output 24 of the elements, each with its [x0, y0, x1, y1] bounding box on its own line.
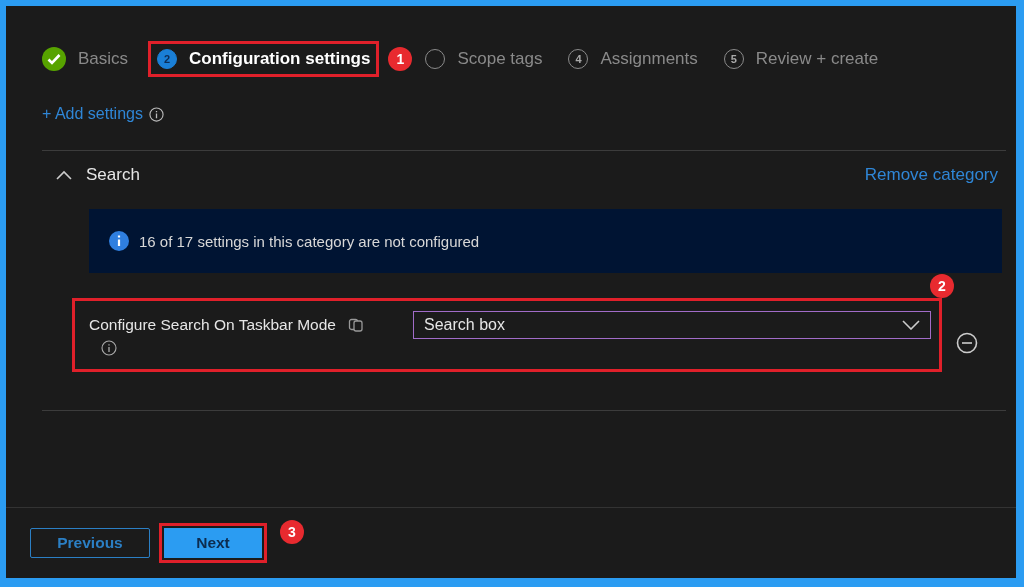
category-title: Search [86, 165, 140, 185]
add-settings-link[interactable]: + Add settings [42, 105, 143, 123]
callout-badge: 3 [280, 520, 304, 544]
copy-icon[interactable] [348, 317, 364, 333]
info-icon[interactable] [148, 106, 164, 122]
next-button[interactable]: Next [164, 528, 262, 558]
callout-badge: 1 [388, 47, 413, 71]
setting-dropdown[interactable]: Search box [413, 311, 931, 339]
check-icon [42, 47, 66, 71]
chevron-down-icon [902, 320, 920, 330]
previous-button[interactable]: Previous [30, 528, 150, 558]
callout-badge: 2 [930, 274, 954, 298]
info-icon[interactable] [101, 340, 117, 356]
wizard-step[interactable]: Scope tags [419, 41, 549, 77]
remove-icon[interactable] [956, 332, 978, 354]
wizard-step[interactable]: 4 Assignments [562, 41, 704, 77]
collapse-caret-icon[interactable] [56, 170, 72, 180]
step-number: 2 [157, 49, 178, 69]
info-message: 16 of 17 settings in this category are not configured [139, 232, 480, 250]
remove-category-link[interactable]: Remove category [864, 165, 998, 185]
wizard-step[interactable]: Basics [42, 41, 135, 77]
setting-label: Configure Search On Taskbar Mode [89, 316, 336, 334]
wizard-step[interactable]: 5 Review + create [717, 41, 885, 77]
info-icon [109, 231, 129, 251]
